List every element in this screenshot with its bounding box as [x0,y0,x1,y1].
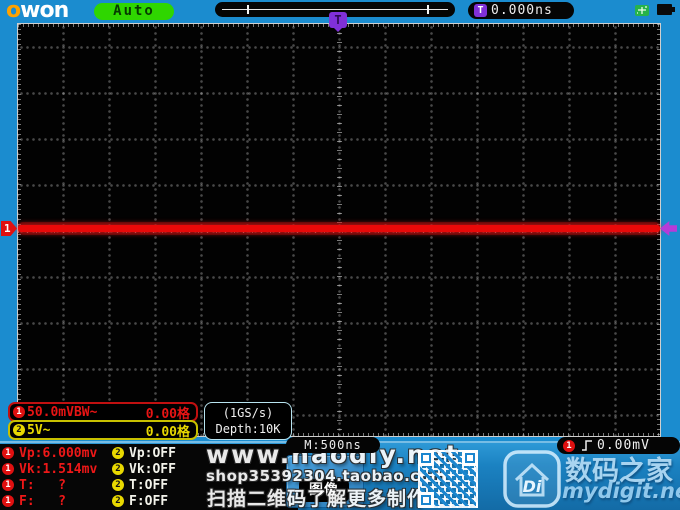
window-left-tick [247,5,249,14]
qr-code [418,450,478,508]
trigger-level-marker [660,221,677,236]
channel1-position-value: 0.00格 [146,403,190,422]
qr-position-marker [418,450,434,466]
acquisition-info-box: (1GS/s) Depth:10K [204,402,292,440]
measurement-vp-ch2: Vp:OFF [129,446,176,461]
channel1-badge-icon: 1 [13,406,25,418]
channel1-scale: 50.0mV [27,405,74,420]
measurement-row: 1 Vp:6.000mv [2,445,97,461]
measurement-vk-ch1: Vk:1.514mv [19,462,97,477]
trigger-horizontal-marker: T [329,12,347,28]
trigger-time-readout: T 0.000ns [468,2,574,19]
channel2-badge-icon: 2 [112,463,124,475]
measurement-f-ch1: F: ? [19,494,66,509]
qr-position-marker [418,492,434,508]
channel2-badge-icon: 2 [13,424,25,436]
measurement-t-ch1: T: ? [19,478,66,493]
channel2-measurements: 2 Vp:OFF 2 Vk:OFF 2 T:OFF 2 F:OFF [112,445,176,509]
channel1-badge-icon: 1 [2,447,14,459]
trigger-level-value: 0.00mV [597,438,650,453]
channel2-badge-icon: 2 [112,495,124,507]
usb-icon [634,3,650,18]
qr-position-marker [462,450,478,466]
memory-line [222,9,448,10]
channel1-measurements: 1 Vp:6.000mv 1 Vk:1.514mv 1 T: ? F: ? 1 … [2,445,97,509]
measurement-row: F: ? 1 F: ? [2,493,97,509]
measurement-row: 1 Vk:1.514mv [2,461,97,477]
owon-logo-rest: won [20,0,68,23]
measurement-row: 1 T: ? [2,477,97,493]
trigger-source-badge: 1 [563,440,575,452]
sample-rate: (1GS/s) [205,405,291,421]
oscilloscope-screen: owon Auto T 0.000ns T 1 1 50.0mV BW ~ 0.… [0,0,680,510]
measurement-vk-ch2: Vk:OFF [129,462,176,477]
owon-logo-o: o [6,0,20,23]
acquire-mode-badge: Auto [94,3,174,20]
channel1-badge-icon: 1 [2,495,14,507]
timebase-readout: M:500ns [286,437,380,453]
trigger-time-value: 0.000ns [491,3,553,18]
waveform-display [17,23,661,437]
channel2-info-box: 2 5V ~ 0.00格 [8,420,198,440]
measurement-t-ch2: T:OFF [129,478,168,493]
battery-icon [657,4,672,15]
measurement-row: 2 F:OFF [112,493,176,509]
watermark-qr-hint: 扫描二维码了解更多制作 [207,484,427,510]
channel1-badge-icon: 1 [2,463,14,475]
trigger-t-icon: T [474,4,487,17]
channel1-trace [18,225,660,232]
channel1-badge-icon: 1 [2,479,14,491]
channel2-badge-icon: 2 [112,447,124,459]
channel1-coupling: ~ [90,405,98,420]
channel1-position-marker: 1 [1,221,17,236]
measurement-vp-ch1: Vp:6.000mv [19,446,97,461]
watermark-shop: shop35392304.taobao.com [206,467,447,485]
memory-depth: Depth:10K [205,421,291,437]
mydigit-logo-text: Di [523,477,542,496]
window-right-tick [427,5,429,14]
channel2-coupling: ~ [43,423,51,438]
channel2-scale: 5V [27,423,43,438]
mydigit-logo-icon: Di [502,449,562,509]
rising-edge-icon [581,439,593,452]
channel1-info-box: 1 50.0mV BW ~ 0.00格 [8,402,198,422]
measurement-row: 2 T:OFF [112,477,176,493]
channel2-position-value: 0.00格 [146,421,190,440]
channel2-badge-icon: 2 [112,479,124,491]
owon-logo: owon [6,0,68,23]
mydigit-site-url: mydigit.net [562,479,680,503]
trigger-status-readout: 1 0.00mV [557,437,680,454]
measurement-row: 2 Vk:OFF [112,461,176,477]
measurement-row: 2 Vp:OFF [112,445,176,461]
measurement-f-ch2: F:OFF [129,494,168,509]
channel1-bandwidth-flag: BW [74,405,90,420]
